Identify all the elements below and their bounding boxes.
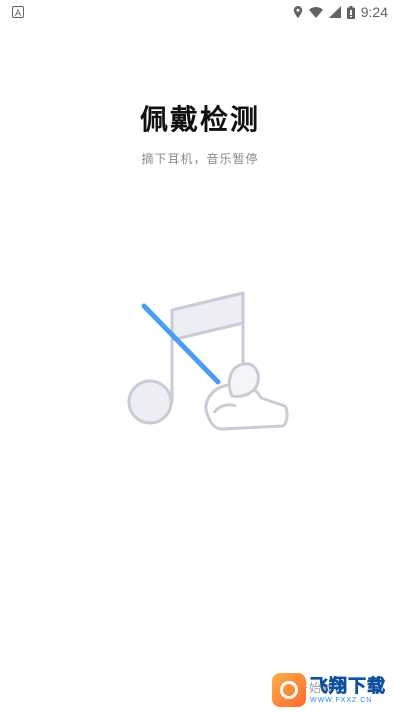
location-icon	[293, 6, 303, 18]
page-title: 佩戴检测	[139, 104, 260, 135]
status-right: 9:24	[293, 4, 388, 20]
battery-icon	[346, 5, 355, 19]
cellular-icon	[328, 6, 341, 18]
music-note-earbud-icon	[127, 291, 289, 431]
app-notification-icon: A	[12, 6, 24, 18]
status-bar: A 9:24	[0, 0, 400, 24]
watermark-text: 飞翔下载 WWW.FXXZ.CN	[310, 675, 386, 704]
bottom-area: 开始体验 飞翔下载 WWW.FXXZ.CN	[0, 672, 400, 712]
status-left: A	[12, 6, 24, 18]
status-time: 9:24	[360, 4, 388, 20]
wifi-icon	[308, 6, 323, 18]
wear-detection-illustration	[122, 286, 292, 436]
watermark: 飞翔下载 WWW.FXXZ.CN	[272, 672, 390, 708]
watermark-main-text: 飞翔下载	[310, 675, 386, 696]
watermark-sub-text: WWW.FXXZ.CN	[310, 696, 373, 704]
watermark-logo-icon	[272, 673, 306, 707]
page-subtitle: 摘下耳机，音乐暂停	[141, 152, 259, 166]
